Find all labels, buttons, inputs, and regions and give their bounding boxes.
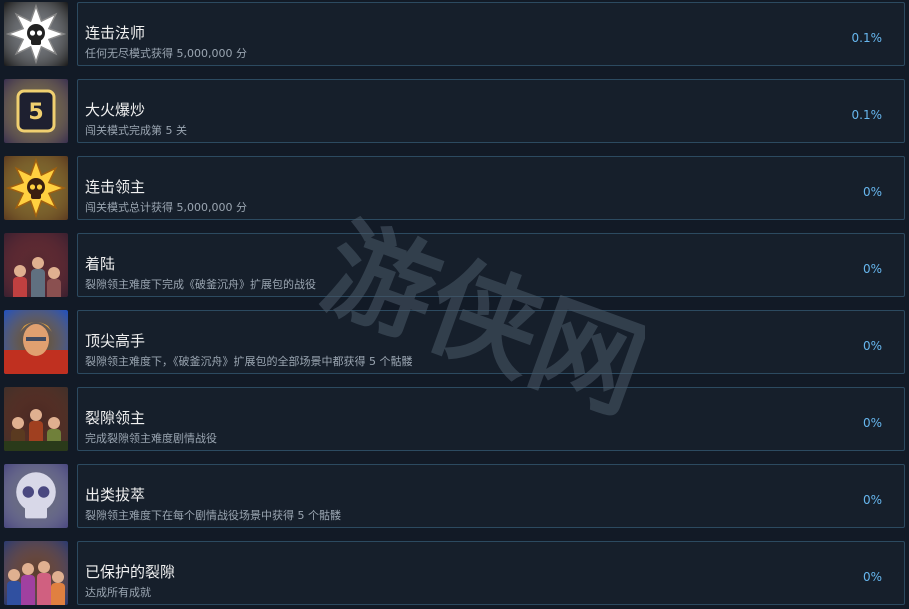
- achievement-card: 连击法师任何无尽模式获得 5,000,000 分 0.1%: [77, 2, 905, 66]
- achievement-title: 出类拔萃: [85, 486, 146, 504]
- achievement-card: 连击领主闯关模式总计获得 5,000,000 分 0%: [77, 156, 905, 220]
- achievement-description: 裂隙领主难度下，《破釜沉舟》扩展包的全部场景中都获得 5 个骷髅: [85, 355, 413, 368]
- achievement-row[interactable]: 连击领主闯关模式总计获得 5,000,000 分 0%: [0, 156, 909, 222]
- achievement-card: 顶尖高手裂隙领主难度下，《破釜沉舟》扩展包的全部场景中都获得 5 个骷髅 0%: [77, 310, 905, 374]
- achievement-unlock-percent: 0%: [862, 185, 882, 199]
- achievement-title: 连击法师: [85, 24, 146, 42]
- achievement-row[interactable]: 裂隙领主完成裂隙领主难度剧情战役 0%: [0, 387, 909, 453]
- svg-text:5: 5: [28, 100, 43, 125]
- silver-star-skull-icon: [4, 2, 68, 66]
- achievement-title: 已保护的裂隙: [85, 563, 176, 581]
- achievement-unlock-percent: 0.1%: [851, 31, 883, 45]
- achievement-description: 闯关模式完成第 5 关: [85, 124, 187, 137]
- hero-portrait-icon: [4, 310, 68, 374]
- achievement-row[interactable]: 出类拔萃裂隙领主难度下在每个剧情战役场景中获得 5 个骷髅 0%: [0, 464, 909, 530]
- achievement-description: 任何无尽模式获得 5,000,000 分: [85, 47, 247, 60]
- achievement-row[interactable]: 已保护的裂隙达成所有成就 0%: [0, 541, 909, 607]
- heroes-group-icon: [4, 541, 68, 605]
- achievement-unlock-percent: 0%: [862, 570, 882, 584]
- achievement-unlock-percent: 0%: [862, 262, 882, 276]
- heroes-landing-icon: [4, 233, 68, 297]
- rift-lord-army-icon: [4, 387, 68, 451]
- achievement-title: 裂隙领主: [85, 409, 146, 427]
- achievement-card: 着陆裂隙领主难度下完成《破釜沉舟》扩展包的战役 0%: [77, 233, 905, 297]
- achievement-row[interactable]: 着陆裂隙领主难度下完成《破釜沉舟》扩展包的战役 0%: [0, 233, 909, 299]
- achievement-title: 大火爆炒: [85, 101, 146, 119]
- achievement-unlock-percent: 0%: [862, 416, 882, 430]
- achievement-unlock-percent: 0%: [862, 339, 882, 353]
- gold-star-skull-icon: [4, 156, 68, 220]
- achievement-description: 完成裂隙领主难度剧情战役: [85, 432, 217, 445]
- achievement-title: 顶尖高手: [85, 332, 146, 350]
- achievement-row[interactable]: 5 大火爆炒闯关模式完成第 5 关 0.1%: [0, 79, 909, 145]
- achievement-card: 出类拔萃裂隙领主难度下在每个剧情战役场景中获得 5 个骷髅 0%: [77, 464, 905, 528]
- achievement-unlock-percent: 0.1%: [851, 108, 883, 122]
- achievement-description: 达成所有成就: [85, 586, 151, 599]
- achievement-card: 已保护的裂隙达成所有成就 0%: [77, 541, 905, 605]
- achievement-card: 大火爆炒闯关模式完成第 5 关 0.1%: [77, 79, 905, 143]
- achievement-title: 着陆: [85, 255, 116, 273]
- achievement-unlock-percent: 0%: [862, 493, 882, 507]
- achievement-title: 连击领主: [85, 178, 146, 196]
- achievement-card: 裂隙领主完成裂隙领主难度剧情战役 0%: [77, 387, 905, 451]
- achievement-row[interactable]: 顶尖高手裂隙领主难度下，《破釜沉舟》扩展包的全部场景中都获得 5 个骷髅 0%: [0, 310, 909, 376]
- achievement-list: 连击法师任何无尽模式获得 5,000,000 分 0.1% 5 大火爆炒闯关模式完成第…: [0, 0, 909, 609]
- achievement-description: 闯关模式总计获得 5,000,000 分: [85, 201, 247, 214]
- level-5-badge-icon: 5: [4, 79, 68, 143]
- purple-skull-icon: [4, 464, 68, 528]
- achievement-description: 裂隙领主难度下完成《破釜沉舟》扩展包的战役: [85, 278, 316, 291]
- achievement-row[interactable]: 连击法师任何无尽模式获得 5,000,000 分 0.1%: [0, 2, 909, 68]
- achievement-description: 裂隙领主难度下在每个剧情战役场景中获得 5 个骷髅: [85, 509, 341, 522]
